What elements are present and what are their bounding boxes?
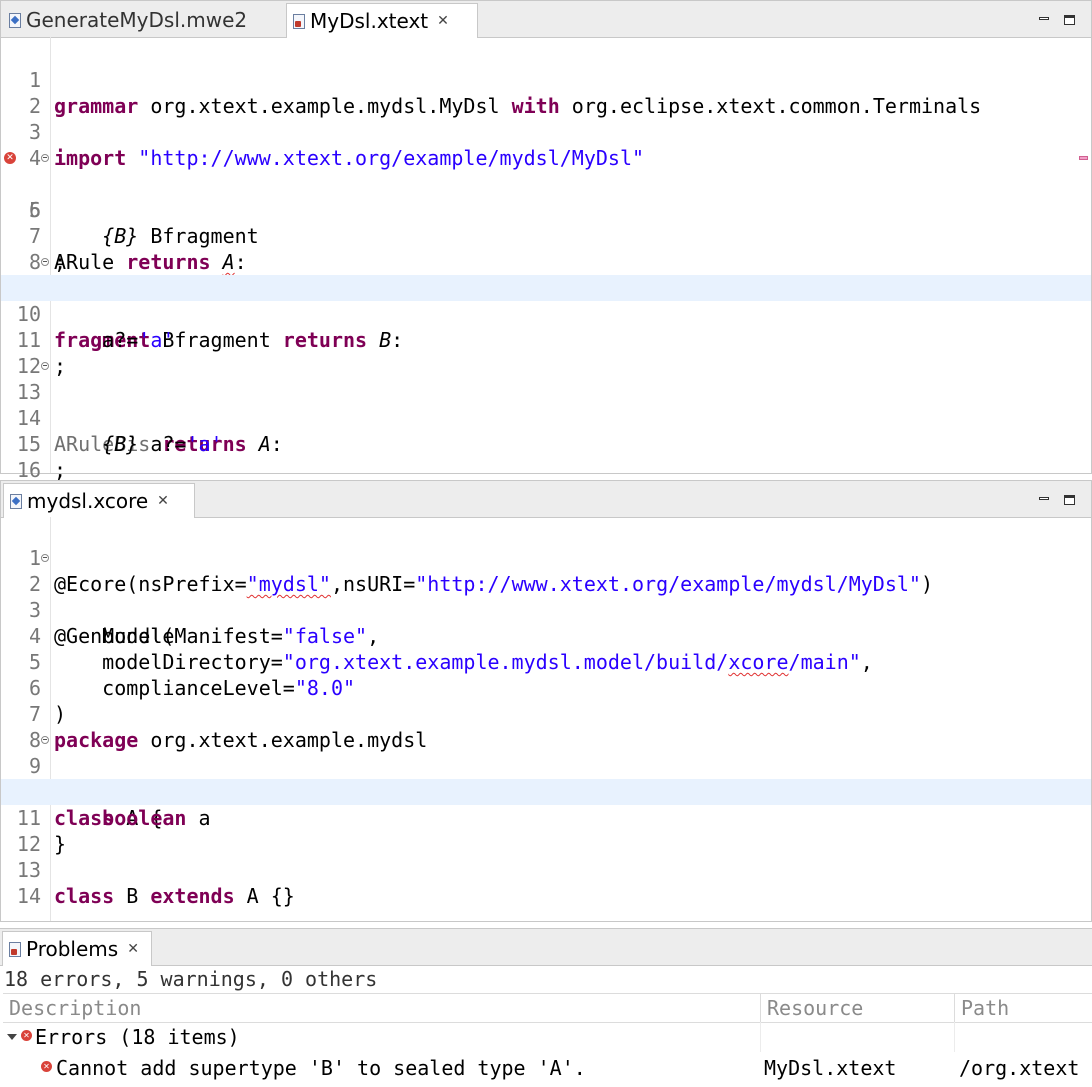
xcore-file-icon — [10, 493, 22, 509]
code-line[interactable]: 9 class A { — [1, 727, 1091, 830]
code-line[interactable]: 2 @GenModel( — [1, 545, 1091, 648]
code-line[interactable]: 6 {B} Bfragment — [1, 171, 1091, 248]
code-line[interactable]: 1 @Ecore(nsPrefix="mydsl",nsURI="http://… — [1, 519, 1091, 596]
problem-description: Cannot add supertype 'B' to sealed type … — [56, 1056, 586, 1080]
code-line[interactable]: 5 complianceLevel="8.0" — [1, 623, 1091, 700]
editor-tabbar: GenerateMyDsl.mwe2 MyDsl.xtext ✕ — [1, 1, 1091, 38]
tab-label: GenerateMyDsl.mwe2 — [26, 8, 248, 32]
xcore-editor-pane: mydsl.xcore ✕ 1 @Ecore(nsPrefix="mydsl",… — [0, 480, 1092, 922]
code-line[interactable]: 8 — [1, 701, 1091, 752]
maximize-button[interactable] — [1063, 493, 1077, 507]
code-editor[interactable]: 1 grammar org.xtext.example.mydsl.MyDsl … — [1, 37, 1091, 482]
error-icon: ✕ — [21, 1030, 32, 1041]
code-line[interactable]: 14 {B} a?='a' — [1, 379, 1091, 456]
error-marker-icon[interactable]: ✕ — [4, 152, 16, 164]
code-line[interactable]: 12 — [1, 805, 1091, 856]
code-line[interactable]: 9 fragment Bfragment returns B: — [1, 249, 1091, 352]
code-line[interactable]: 3 bundleManifest="false", — [1, 571, 1091, 648]
code-line-current[interactable]: 10 a?='a' — [1, 275, 1091, 352]
code-line[interactable]: 15 ; — [1, 405, 1091, 482]
expand-chevron-icon[interactable] — [7, 1033, 17, 1040]
maximize-button[interactable] — [1063, 13, 1077, 27]
group-label: Errors (18 items) — [35, 1025, 240, 1049]
problems-view: Problems ✕ 18 errors, 5 warnings, 0 othe… — [0, 928, 1092, 1087]
close-icon[interactable]: ✕ — [127, 941, 139, 957]
problem-path: /org.xtext — [959, 1056, 1080, 1080]
code-line[interactable]: 1 grammar org.xtext.example.mydsl.MyDsl … — [1, 41, 1091, 118]
fold-toggle-icon[interactable] — [41, 554, 49, 562]
problem-resource: MyDsl.xtext — [764, 1056, 897, 1080]
problems-table-header: Description Resource Path — [3, 993, 1092, 1023]
tab-label: MyDsl.xtext — [310, 9, 429, 33]
code-line[interactable]: ✕ 5 ARule returns A: — [1, 145, 1091, 274]
xtext-file-error-icon — [293, 13, 305, 29]
fold-toggle-icon[interactable] — [41, 362, 49, 370]
problems-summary: 18 errors, 5 warnings, 0 others — [4, 967, 378, 991]
error-icon: ✕ — [41, 1061, 52, 1072]
code-line[interactable]: 13 class B extends A {} — [1, 831, 1091, 908]
problem-group-row[interactable]: ✕ Errors (18 items) — [3, 1022, 1092, 1052]
code-line[interactable]: 13 ARuleBis returns A: — [1, 353, 1091, 456]
code-line[interactable]: 7 ; — [1, 197, 1091, 274]
code-line[interactable]: 11 ; — [1, 301, 1091, 378]
editor-tabbar: mydsl.xcore ✕ — [1, 481, 1091, 518]
code-line[interactable]: 16 — [1, 431, 1091, 482]
code-editor[interactable]: 1 @Ecore(nsPrefix="mydsl",nsURI="http://… — [1, 517, 1091, 921]
tab-problems[interactable]: Problems ✕ — [2, 931, 152, 966]
problems-icon — [9, 941, 21, 957]
minimize-button[interactable] — [1037, 13, 1051, 27]
code-line-current[interactable]: 11 } — [1, 779, 1091, 856]
tab-label: mydsl.xcore — [27, 489, 149, 513]
table-row[interactable]: ✕ Cannot add supertype 'B' to sealed type… — [3, 1053, 1092, 1083]
code-line[interactable]: 10 boolean a — [1, 753, 1091, 830]
mwe2-file-icon — [9, 12, 21, 28]
tab-label: Problems — [26, 937, 119, 961]
code-line[interactable]: 4 modelDirectory="org.xtext.example.myds… — [1, 597, 1091, 674]
code-line[interactable]: 2 — [1, 67, 1091, 118]
fold-toggle-icon[interactable] — [41, 736, 49, 744]
minimize-button[interactable] — [1037, 493, 1051, 507]
tab-generatemydsl-mwe2[interactable]: GenerateMyDsl.mwe2 — [3, 3, 285, 37]
tab-mydsl-xcore[interactable]: mydsl.xcore ✕ — [3, 483, 195, 518]
column-header-resource[interactable]: Resource — [761, 994, 863, 1022]
code-line[interactable]: 4 — [1, 119, 1091, 170]
line-number: 14 — [16, 884, 41, 908]
problems-tabbar: Problems ✕ — [0, 929, 1092, 966]
overview-error-marker[interactable] — [1079, 156, 1088, 160]
code-line[interactable]: 7 package org.xtext.example.mydsl — [1, 675, 1091, 752]
code-line[interactable]: 8 — [1, 223, 1091, 274]
tab-mydsl-xtext[interactable]: MyDsl.xtext ✕ — [286, 3, 478, 38]
fold-toggle-icon[interactable] — [41, 258, 49, 266]
code-line[interactable]: 6 ) — [1, 649, 1091, 726]
column-header-description[interactable]: Description — [3, 994, 141, 1022]
close-icon[interactable]: ✕ — [437, 13, 449, 29]
code-line[interactable]: 14 — [1, 857, 1091, 908]
code-line[interactable]: 12 — [1, 327, 1091, 378]
close-icon[interactable]: ✕ — [157, 493, 169, 509]
column-header-path[interactable]: Path — [955, 994, 1009, 1022]
xtext-editor-pane: GenerateMyDsl.mwe2 MyDsl.xtext ✕ 1 gramm… — [0, 0, 1092, 482]
code-line[interactable]: 3 import "http://www.xtext.org/example/m… — [1, 93, 1091, 170]
fold-toggle-icon[interactable] — [41, 154, 49, 162]
